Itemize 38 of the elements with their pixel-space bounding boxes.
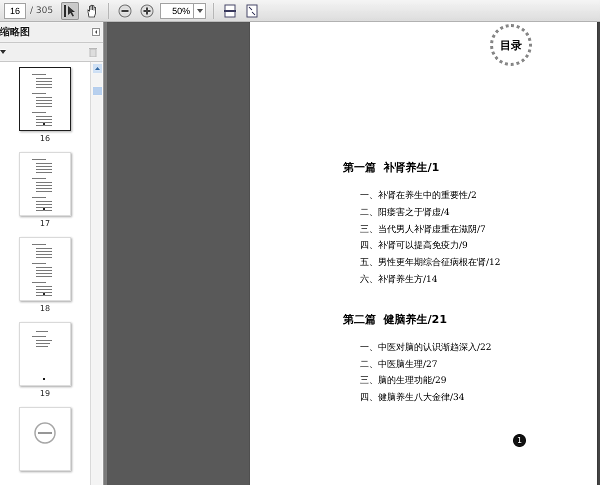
page-thumbnail[interactable] <box>19 67 71 131</box>
plus-icon <box>140 4 154 18</box>
toc-entry: 五、男性更年期综合征病根在肾/12 <box>360 256 502 270</box>
thumbnail-label: 17 <box>40 219 50 228</box>
zoom-field[interactable]: 50% <box>160 2 194 18</box>
select-tool-button[interactable] <box>61 2 80 20</box>
thumbnail-label: 19 <box>40 389 50 398</box>
thumbnail-label: 18 <box>40 304 50 313</box>
toc-entry: 二、中医脑生理/27 <box>360 358 438 372</box>
zoom-out-button[interactable] <box>116 2 134 20</box>
toc-entry: 一、中医对脑的认识渐趋深入/22 <box>360 342 492 355</box>
toc-entry: 三、当代男人补肾虚重在滋阴/7 <box>360 224 487 237</box>
toc-title: 目录 <box>490 24 532 66</box>
scroll-thumb[interactable] <box>92 87 102 95</box>
panel-title: 缩略图 <box>0 26 30 39</box>
minus-icon <box>118 4 132 18</box>
toc-entry: 四、补肾可以提高免疫力/9 <box>360 240 469 254</box>
toc-entry: 四、健脑养生八大金律/34 <box>360 392 466 406</box>
toc-entry: 二、阳痿害之于肾虚/4 <box>360 206 451 220</box>
section-heading: 第一篇 补肾养生/1 <box>343 160 440 175</box>
scroll-up-icon[interactable] <box>92 64 102 73</box>
toc-entry: 六、补肾养生方/14 <box>360 274 438 287</box>
toc-entry: 三、脑的生理功能/29 <box>360 374 448 388</box>
page-number: 1 <box>513 434 526 447</box>
caret-icon <box>196 8 203 12</box>
collapse-icon[interactable] <box>92 28 100 36</box>
section-heading: 第二篇 健脑养生/21 <box>343 312 448 327</box>
caret-icon[interactable] <box>0 50 6 54</box>
zoom-in-button[interactable] <box>138 2 156 20</box>
thumbnail-label: 16 <box>40 134 50 143</box>
page-expand-icon <box>246 4 258 18</box>
page-number-field[interactable]: 16 <box>4 2 26 18</box>
page-fit-icon <box>224 4 236 18</box>
toc-entry: 一、补肾在养生中的重要性/2 <box>360 190 478 203</box>
text-select-icon <box>63 4 78 18</box>
page-total: / 305 <box>30 6 54 16</box>
zoom-dropdown-button[interactable] <box>194 2 206 18</box>
seal-drawing <box>34 422 56 444</box>
